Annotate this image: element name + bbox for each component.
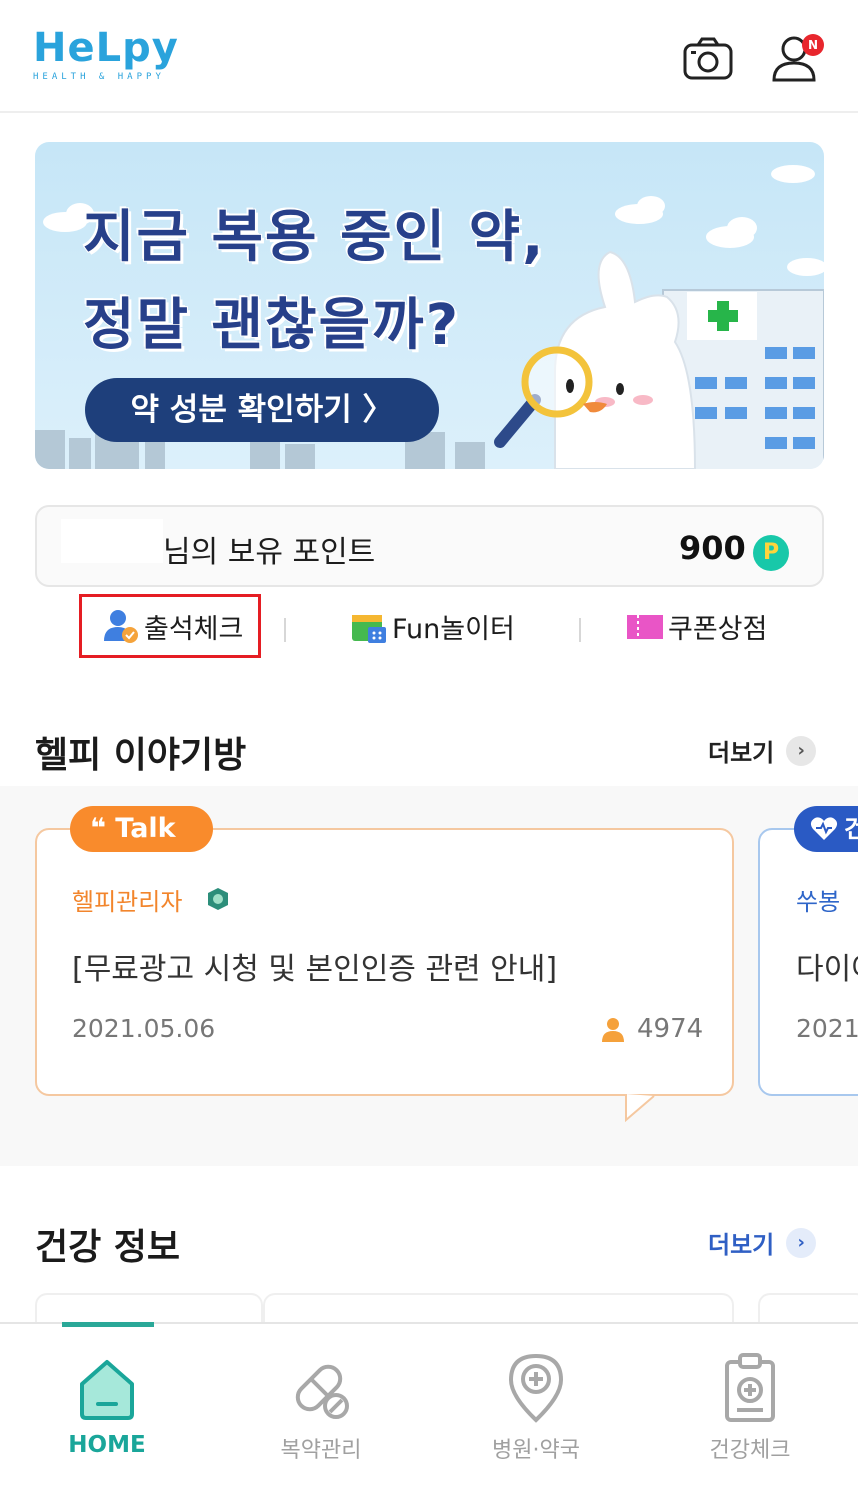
clipboard-plus-icon [725, 1353, 775, 1422]
nav-home-label: HOME [68, 1432, 146, 1458]
helpy-logo[interactable]: HeLpy HEALTH & HAPPY [33, 26, 179, 82]
health-more-label: 더보기 [708, 1231, 775, 1259]
coupon-shop-button[interactable]: 쿠폰상점 [626, 598, 767, 654]
speech-tail [625, 1094, 655, 1122]
location-plus-icon [508, 1353, 564, 1423]
nav-hospital-pharmacy-label: 병원·약국 [492, 1438, 580, 1463]
ingredient-check-button[interactable]: 약 성분 확인하기 〉 [85, 378, 439, 442]
home-icon [80, 1360, 134, 1420]
points-coin-icon: P [753, 535, 789, 571]
attendance-icon [104, 610, 138, 643]
points-card[interactable]: 님의 보유 포인트 900 P [35, 505, 824, 587]
next-post-author: 쑤봉 [796, 888, 841, 916]
author-badge-icon [208, 888, 228, 910]
post-date: 2021.05.06 [72, 1014, 216, 1043]
camera-button[interactable] [682, 36, 734, 82]
quote-icon: ❝ [90, 813, 106, 844]
nav-home[interactable]: HOME [0, 1322, 214, 1485]
health-more-link[interactable]: 더보기 › [708, 1225, 817, 1260]
nav-health-check[interactable]: 건강체크 [643, 1324, 857, 1485]
notification-badge: N [802, 34, 824, 56]
attendance-check-button[interactable]: 출석체크 [79, 594, 261, 658]
promo-banner[interactable]: 지금 복용 중인 약, 정말 괜찮을까? 약 성분 확인하기 〉 [35, 142, 824, 469]
story-more-link[interactable]: 더보기 › [708, 733, 817, 768]
logo-text: HeLpy [33, 25, 179, 71]
bottom-navigation: HOME 복약관리 병원·약국 건강체크 [0, 1322, 858, 1485]
health-section-title: 건강 정보 [35, 1227, 181, 1268]
menu-divider [579, 618, 581, 642]
next-post-title: 다이어 [796, 952, 858, 987]
next-post-card[interactable]: 쑤봉 다이어 2021. [758, 828, 858, 1096]
fun-playground-icon [352, 615, 386, 643]
coupon-icon [627, 615, 663, 639]
heart-pulse-icon [810, 817, 838, 840]
attendance-check-label: 출석체크 [144, 613, 244, 645]
post-author: 헬피관리자 [72, 888, 183, 916]
next-post-badge: 건 [794, 806, 858, 852]
talk-post-card[interactable]: 헬피관리자 [무료광고 시청 및 본인인증 관련 안내] 2021.05.06 … [35, 828, 734, 1096]
talk-badge: ❝ Talk [70, 806, 213, 852]
points-value: 900 [679, 529, 746, 567]
camera-icon [683, 37, 733, 80]
story-more-label: 더보기 [708, 739, 775, 767]
fun-playground-button[interactable]: Fun놀이터 [350, 598, 515, 654]
nav-medication-label: 복약관리 [280, 1438, 362, 1463]
next-post-badge-label: 건 [844, 815, 858, 843]
points-label: 님의 보유 포인트 [163, 535, 376, 570]
story-section-title: 헬피 이야기방 [35, 735, 247, 776]
coupon-shop-label: 쿠폰상점 [668, 613, 768, 645]
active-tab-indicator [62, 1322, 154, 1327]
next-post-date: 2021. [796, 1014, 858, 1043]
post-title: [무료광고 시청 및 본인인증 관련 안내] [72, 952, 558, 987]
app-header: HeLpy HEALTH & HAPPY N [0, 0, 858, 113]
username-redacted [61, 519, 163, 563]
banner-headline-2: 정말 괜찮을까? [82, 292, 461, 359]
pill-icon [295, 1364, 349, 1419]
nav-medication[interactable]: 복약관리 [214, 1324, 428, 1485]
quick-menu: 출석체크 Fun놀이터 쿠폰상점 [0, 594, 858, 660]
logo-tagline: HEALTH & HAPPY [33, 72, 165, 82]
nav-hospital-pharmacy[interactable]: 병원·약국 [429, 1324, 643, 1485]
fun-playground-label: Fun놀이터 [392, 613, 515, 645]
nav-health-check-label: 건강체크 [709, 1438, 791, 1463]
chevron-right-icon: › [786, 735, 817, 766]
talk-badge-label: Talk [115, 813, 176, 844]
person-icon [602, 1018, 624, 1042]
profile-button[interactable]: N [770, 32, 828, 84]
post-views: 4974 [599, 1014, 703, 1044]
banner-headline-1: 지금 복용 중인 약, [82, 204, 546, 271]
views-count: 4974 [637, 1014, 704, 1044]
menu-divider [284, 618, 286, 642]
chevron-right-icon: › [786, 1227, 817, 1258]
